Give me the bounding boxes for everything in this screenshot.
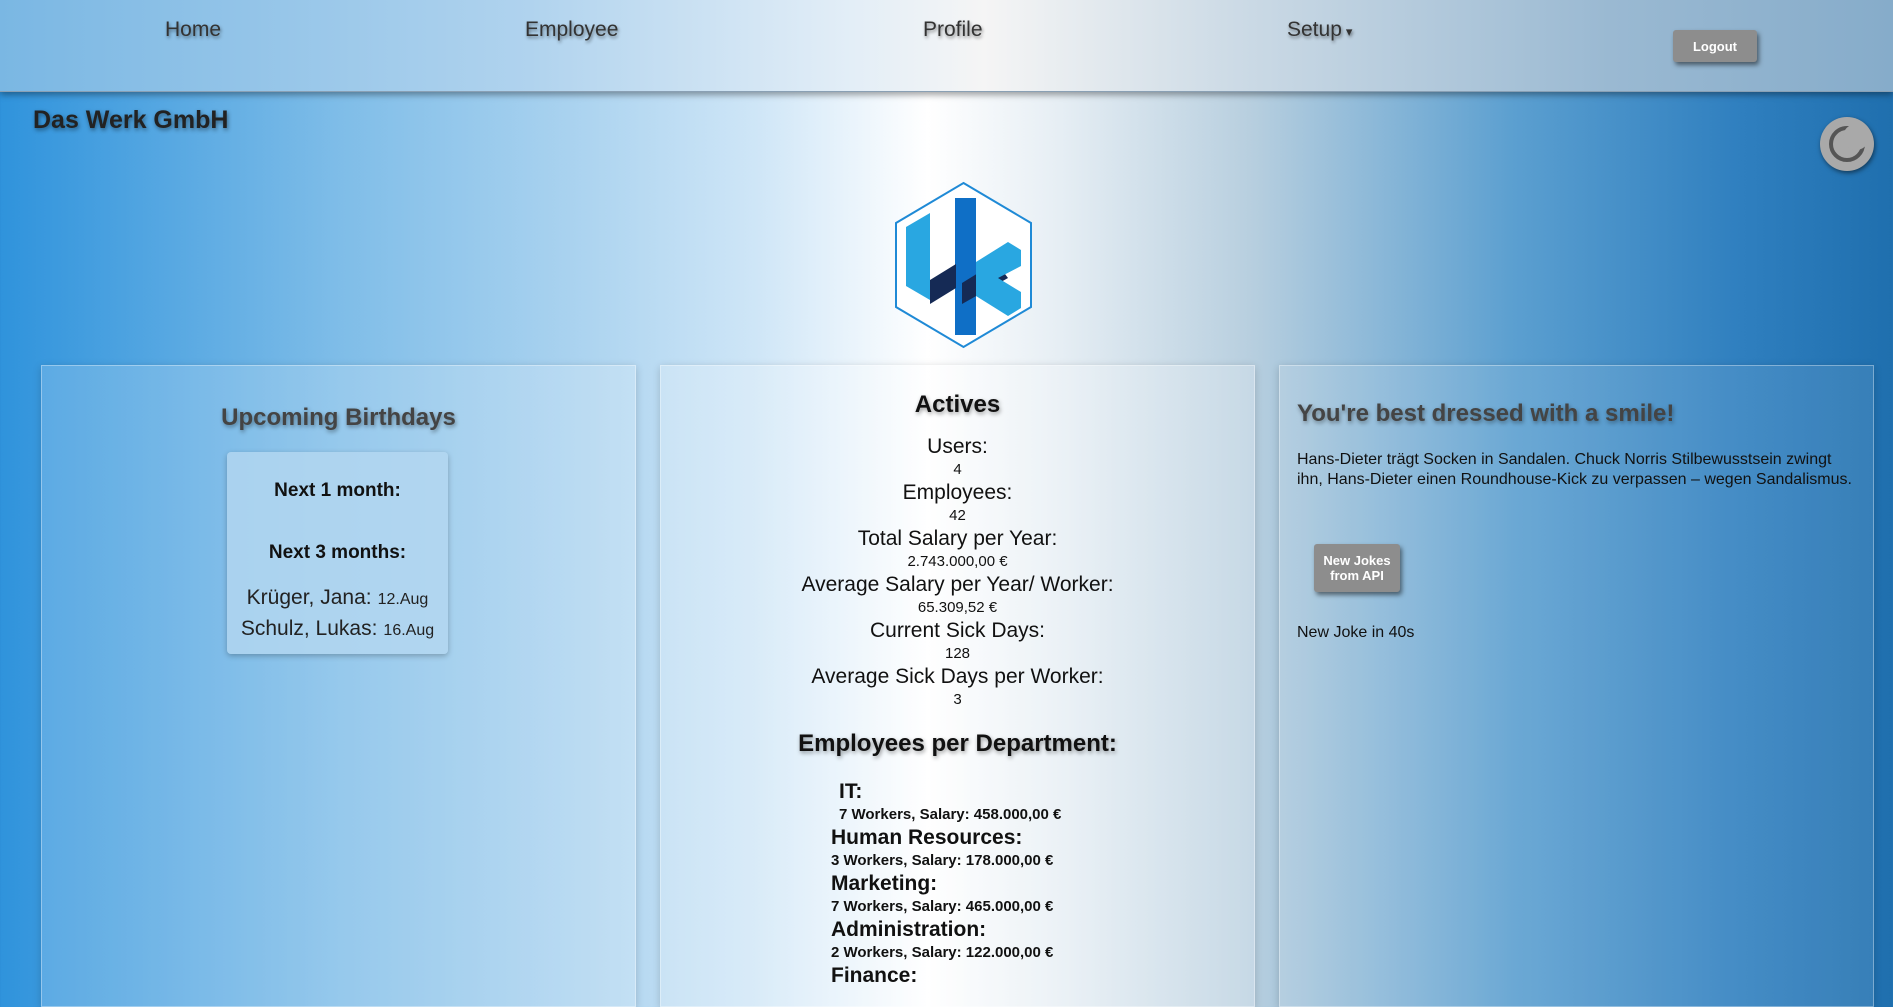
department-name: Administration: [831,918,987,941]
stat-label: Users: [927,435,988,458]
company-name: Das Werk GmbH [33,106,229,134]
department-item: IT: 7 Workers, Salary: 458.000,00 € [839,779,1061,825]
new-jokes-button-line1: New Jokes [1323,553,1391,568]
company-logo [892,180,1035,355]
department-item: Human Resources: 3 Workers, Salary: 178.… [831,825,1053,871]
nav-home[interactable]: Home [165,18,221,42]
theme-toggle-button[interactable] [1820,117,1874,171]
stat-value: 4 [953,461,962,478]
department-item: Administration: 2 Workers, Salary: 122.0… [831,917,1053,963]
birthday-name: Schulz, Lukas: [240,617,378,640]
stat-label: Total Salary per Year: [857,527,1058,550]
department-name: Finance: [831,964,918,987]
birthdays-card: Next 1 month: Next 3 months: Krüger, Jan… [227,452,448,654]
joke-countdown: New Joke in 40s [1297,624,1415,641]
stat-label: Average Sick Days per Worker: [811,665,1104,688]
actives-panel: Actives Users: 4 Employees: 42 Total Sal… [660,365,1255,1007]
joke-title: You're best dressed with a smile! [1297,400,1675,427]
department-detail: 2 Workers, Salary: 122.000,00 € [831,944,1054,961]
birthday-date: 12.Aug [377,591,429,608]
stat-value: 128 [944,645,971,662]
department-item: Marketing: 7 Workers, Salary: 465.000,00… [831,871,1053,917]
actives-title: Actives [914,391,1001,418]
next-3-months-label: Next 3 months: [268,542,407,563]
department-detail: 3 Workers, Salary: 178.000,00 € [831,852,1054,869]
nav-setup-label: Setup [1287,18,1342,41]
birthday-name: Krüger, Jana: [246,586,372,609]
birthdays-panel: Upcoming Birthdays Next 1 month: Next 3 … [41,365,636,1007]
stat-value: 42 [949,507,966,524]
stat-value: 2.743.000,00 € [907,553,1008,570]
chevron-down-icon: ▾ [1345,24,1353,39]
department-name: IT: [839,780,863,803]
stat-label: Current Sick Days: [869,619,1046,642]
departments-title: Employees per Department: [798,730,1117,757]
joke-panel: You're best dressed with a smile! Hans-D… [1279,365,1874,1007]
moon-icon [1829,125,1866,162]
department-name: Human Resources: [831,826,1023,849]
logout-button[interactable]: Logout [1673,30,1757,62]
stat-label: Average Salary per Year/ Worker: [801,573,1114,596]
department-item: Finance: [831,963,917,988]
stats-list: Users: 4 Employees: 42 Total Salary per … [661,434,1254,710]
new-jokes-button-line2: from API [1330,568,1384,583]
stat-value: 65.309,52 € [917,599,998,616]
department-detail: 7 Workers, Salary: 458.000,00 € [839,806,1062,823]
stat-value: 3 [953,691,962,708]
nav-setup[interactable]: Setup ▾ [1287,18,1352,42]
nav-profile[interactable]: Profile [923,18,983,42]
nav-employee[interactable]: Employee [525,18,618,42]
department-name: Marketing: [831,872,938,895]
birthdays-title: Upcoming Birthdays [221,404,456,431]
department-detail: 7 Workers, Salary: 465.000,00 € [831,898,1054,915]
birthday-date: 16.Aug [383,622,435,639]
top-navbar: Home Employee Profile Setup ▾ Logout [0,0,1893,92]
birthday-entry: Schulz, Lukas: 16.Aug [227,617,448,641]
birthday-entry: Krüger, Jana: 12.Aug [227,586,448,610]
next-1-month-label: Next 1 month: [274,480,401,501]
joke-text: Hans-Dieter trägt Socken in Sandalen. Ch… [1297,451,1852,488]
stat-label: Employees: [902,481,1013,504]
new-jokes-button[interactable]: New Jokes from API [1314,544,1400,592]
